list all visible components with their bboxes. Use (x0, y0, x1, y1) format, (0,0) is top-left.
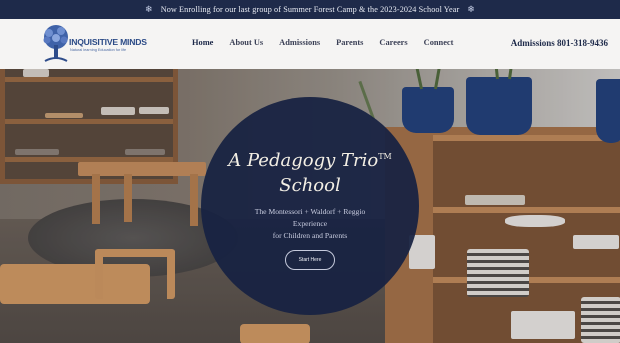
nav-parents[interactable]: Parents (336, 38, 363, 47)
announcement-text[interactable]: Now Enrolling for our last group of Summ… (161, 5, 460, 14)
nav-home[interactable]: Home (192, 38, 213, 47)
hero-subtitle-line2: for Children and Parents (272, 231, 348, 240)
hero-subtitle-line1: The Montessori + Waldorf + Reggio Experi… (254, 207, 366, 228)
hero-subtitle: The Montessori + Waldorf + Reggio Experi… (250, 206, 370, 242)
admissions-phone[interactable]: Admissions 801-318-9436 (511, 38, 608, 48)
tree-logo-icon (43, 25, 68, 62)
nav-about-us[interactable]: About Us (229, 38, 263, 47)
brand-tagline: Natural learning Education for life (70, 48, 127, 52)
main-menu: Home About Us Admissions Parents Careers… (192, 38, 469, 47)
nav-careers[interactable]: Careers (379, 38, 407, 47)
nav-admissions[interactable]: Admissions (279, 38, 320, 47)
hero-title-line1: A Pedagogy Trio (228, 150, 379, 171)
announcement-bar: ❄ Now Enrolling for our last group of Su… (0, 0, 620, 19)
snowflake-icon: ❄ (145, 4, 153, 14)
site-header: INQUISITIVE MINDS Natural learning Educa… (0, 19, 620, 69)
hero-circle-panel: A Pedagogy TrioTM School The Montessori … (201, 97, 419, 315)
start-here-button[interactable]: Start Here (285, 250, 335, 270)
site-logo[interactable]: INQUISITIVE MINDS Natural learning Educa… (39, 22, 147, 66)
snowflake-icon: ❄ (467, 4, 475, 14)
brand-name: INQUISITIVE MINDS (69, 37, 147, 47)
trademark-mark: TM (378, 152, 392, 161)
hero-title-line2: School (279, 175, 341, 196)
hero-title: A Pedagogy TrioTM School (210, 144, 410, 198)
nav-connect[interactable]: Connect (424, 38, 454, 47)
